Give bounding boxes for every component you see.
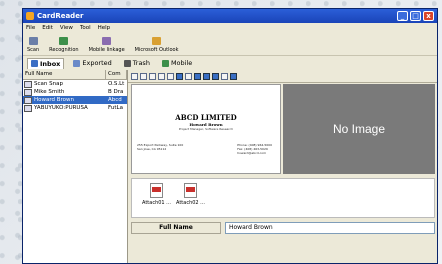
attachment-label: Attach01 ... bbox=[142, 200, 171, 206]
tab-mobile[interactable]: Mobile bbox=[159, 58, 195, 68]
recognition-button[interactable]: Recognition bbox=[49, 37, 79, 55]
list-item-company: Abcd bbox=[108, 97, 122, 103]
field-row: Full Name Howard Brown bbox=[131, 222, 435, 234]
phone-icon bbox=[102, 37, 112, 45]
outlook-icon bbox=[152, 37, 162, 45]
menu-tool[interactable]: Tool bbox=[80, 25, 91, 31]
card-address-line2: San Jose, CA 95112 bbox=[137, 147, 167, 151]
tab-inbox[interactable]: Inbox bbox=[27, 57, 65, 69]
close-button[interactable]: x bbox=[423, 11, 434, 21]
list-item-name: Scan Snap bbox=[34, 81, 63, 87]
split-view-icon[interactable] bbox=[194, 72, 201, 80]
title-bar[interactable]: CardReader _ □ x bbox=[23, 9, 437, 23]
card-address: 255 Export Parkway, Suite 100 San Jose, … bbox=[137, 143, 183, 151]
scanner-icon bbox=[28, 37, 38, 45]
attachment-item[interactable]: Attach02 ... bbox=[176, 183, 205, 206]
list-item[interactable]: YABUYUKO:PURUSA FutLa bbox=[23, 104, 127, 112]
pdf-icon bbox=[183, 183, 197, 198]
list-item-selected[interactable]: Howard Brown Abcd bbox=[23, 96, 127, 104]
recognition-label: Recognition bbox=[49, 47, 79, 53]
card-front-image[interactable]: ABCD LIMITED Howard Brown Project Manage… bbox=[131, 84, 281, 174]
outlook-button[interactable]: Microsoft Outlook bbox=[134, 37, 179, 55]
window-title: CardReader bbox=[37, 12, 84, 20]
settings-icon[interactable] bbox=[230, 72, 237, 80]
chevron-down-icon[interactable] bbox=[185, 72, 192, 80]
list-item-company: B Dra bbox=[108, 89, 124, 95]
menu-bar: File Edit View Tool Help bbox=[23, 23, 437, 33]
export-icon bbox=[73, 59, 81, 67]
menu-file[interactable]: File bbox=[26, 25, 35, 31]
card-email: howard@abcd.com bbox=[237, 151, 267, 155]
recognize-icon bbox=[59, 37, 69, 45]
page-icon[interactable] bbox=[140, 72, 147, 80]
maximize-button[interactable]: □ bbox=[410, 11, 421, 21]
column-header-company[interactable]: Com bbox=[106, 70, 127, 79]
card-icon bbox=[24, 88, 32, 96]
attachment-label: Attach02 ... bbox=[176, 200, 205, 206]
list-item[interactable]: Scan Snap O.S.Lt bbox=[23, 80, 127, 88]
folder-tabs: Inbox Exported Trash Mobile bbox=[23, 56, 437, 71]
card-contact: Phone: (408) 964-5000 Fax: (408) 463-502… bbox=[237, 143, 272, 155]
outlook-label: Microsoft Outlook bbox=[134, 47, 179, 53]
trash-icon bbox=[123, 59, 131, 67]
app-icon bbox=[26, 12, 34, 20]
zoom-in-icon[interactable] bbox=[158, 72, 165, 80]
card-icon bbox=[24, 104, 32, 112]
card-list: Full Name Com Scan Snap O.S.Lt Mike Smit… bbox=[23, 70, 128, 263]
layout-icon[interactable] bbox=[212, 72, 219, 80]
rotate-icon[interactable] bbox=[176, 72, 183, 80]
minimize-button[interactable]: _ bbox=[397, 11, 408, 21]
scan-button[interactable]: Scan bbox=[27, 37, 39, 55]
app-window: CardReader _ □ x File Edit View Tool Hel… bbox=[22, 8, 438, 264]
copy-icon[interactable] bbox=[149, 72, 156, 80]
inbox-icon bbox=[31, 60, 38, 67]
card-company: ABCD LIMITED bbox=[175, 113, 237, 122]
list-item-company: O.S.Lt bbox=[108, 81, 125, 87]
mobile-icon bbox=[161, 59, 169, 67]
crop-icon[interactable] bbox=[221, 72, 228, 80]
card-job-title: Project Manager, Software Research bbox=[178, 127, 234, 131]
attachments-panel: Attach01 ... Attach02 ... bbox=[131, 178, 435, 218]
list-item-name: Howard Brown bbox=[34, 97, 75, 103]
list-item[interactable]: Mike Smith B Dra bbox=[23, 88, 127, 96]
tab-trash-label: Trash bbox=[132, 59, 150, 67]
list-item-company: FutLa bbox=[108, 105, 123, 111]
tab-exported-label: Exported bbox=[82, 59, 112, 67]
card-icon bbox=[24, 80, 32, 88]
pdf-icon bbox=[149, 183, 163, 198]
list-item-name: Mike Smith bbox=[34, 89, 65, 95]
grid-view-icon[interactable] bbox=[203, 72, 210, 80]
zoom-out-icon[interactable] bbox=[167, 72, 174, 80]
scan-label: Scan bbox=[27, 47, 40, 53]
column-header-full-name[interactable]: Full Name bbox=[23, 70, 106, 79]
tab-exported[interactable]: Exported bbox=[70, 58, 114, 68]
mobile-linkage-label: Mobile linkage bbox=[88, 47, 125, 53]
card-back-placeholder[interactable]: No Image bbox=[283, 84, 435, 174]
detail-panel: ABCD LIMITED Howard Brown Project Manage… bbox=[128, 70, 437, 263]
list-header: Full Name Com bbox=[23, 70, 127, 80]
card-icon bbox=[24, 96, 32, 104]
menu-help[interactable]: Help bbox=[98, 25, 111, 31]
tab-trash[interactable]: Trash bbox=[121, 58, 153, 68]
menu-edit[interactable]: Edit bbox=[42, 25, 53, 31]
field-label: Full Name bbox=[131, 222, 221, 234]
tab-inbox-label: Inbox bbox=[40, 59, 61, 68]
full-name-field[interactable]: Howard Brown bbox=[225, 222, 435, 234]
tab-mobile-label: Mobile bbox=[170, 59, 193, 67]
view-toolbar bbox=[128, 70, 437, 83]
content-area: Full Name Com Scan Snap O.S.Lt Mike Smit… bbox=[23, 70, 437, 263]
mobile-linkage-button[interactable]: Mobile linkage bbox=[89, 37, 125, 55]
page-icon[interactable] bbox=[131, 72, 138, 80]
attachment-item[interactable]: Attach01 ... bbox=[142, 183, 171, 206]
main-toolbar: Scan Recognition Mobile linkage Microsof… bbox=[23, 33, 437, 56]
list-item-name: YABUYUKO:PURUSA bbox=[34, 105, 88, 111]
menu-view[interactable]: View bbox=[60, 25, 73, 31]
